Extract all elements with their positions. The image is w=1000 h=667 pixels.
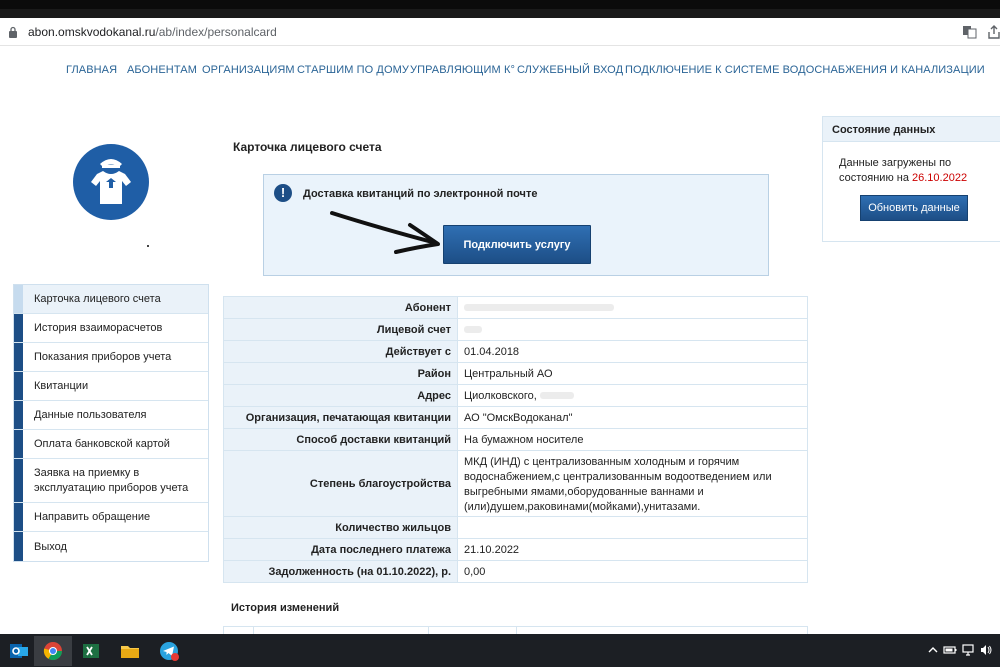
nav-house-elders[interactable]: СТАРШИМ ПО ДОМУ xyxy=(297,64,409,76)
table-row: Задолженность (на 01.10.2022), р. 0,00 xyxy=(223,560,808,583)
sidebar-item-send-appeal[interactable]: Направить обращение xyxy=(14,503,208,532)
history-title: История изменений xyxy=(231,602,340,614)
table-row: Адрес Циолковского, xyxy=(223,384,808,407)
sidebar-item-settlement-history[interactable]: История взаиморасчетов xyxy=(14,314,208,343)
sidebar-item-card-payment[interactable]: Оплата банковской картой xyxy=(14,430,208,459)
translate-icon[interactable] xyxy=(962,24,978,40)
avatar xyxy=(73,144,149,220)
table-row: Степень благоустройства МКД (ИНД) с цент… xyxy=(223,450,808,517)
detail-label: Задолженность (на 01.10.2022), р. xyxy=(223,560,458,583)
status-text: Данные загружены по состоянию на 26.10.2… xyxy=(839,156,989,186)
nav-managers[interactable]: УПРАВЛЯЮЩИМ К° xyxy=(410,64,515,76)
battery-icon[interactable] xyxy=(943,643,957,657)
table-row: Лицевой счет xyxy=(223,318,808,341)
nav-connection[interactable]: ПОДКЛЮЧЕНИЕ К СИСТЕМЕ ВОДОСНАБЖЕНИЯ И КА… xyxy=(625,64,985,76)
table-row: Дата последнего платежа 21.10.2022 xyxy=(223,538,808,561)
chevron-up-icon[interactable] xyxy=(926,643,940,657)
detail-label: Количество жильцов xyxy=(223,516,458,539)
url-path: /ab/index/personalcard xyxy=(155,25,277,39)
detail-label: Организация, печатающая квитанции xyxy=(223,406,458,429)
user-tshirt-icon xyxy=(91,159,131,204)
os-taskbar xyxy=(0,634,1000,667)
sidebar-item-meter-readings[interactable]: Показания приборов учета xyxy=(14,343,208,372)
sidebar-item-receipts[interactable]: Квитанции xyxy=(14,372,208,401)
nav-staff-login[interactable]: СЛУЖЕБНЫЙ ВХОД xyxy=(517,64,623,76)
detail-value-address: Циолковского, xyxy=(457,384,808,407)
data-status-card: Состояние данных Данные загружены по сос… xyxy=(822,116,1000,242)
detail-value: 21.10.2022 xyxy=(457,538,808,561)
excel-app[interactable] xyxy=(72,636,110,666)
status-title: Состояние данных xyxy=(823,117,1000,142)
detail-label: Лицевой счет xyxy=(223,318,458,341)
sidebar-item-meter-request[interactable]: Заявка на приемку в эксплуатацию приборо… xyxy=(14,459,208,503)
url-host: abon.omskvodokanal.ru xyxy=(28,25,156,39)
detail-label: Степень благоустройства xyxy=(223,450,458,517)
sidebar-item-user-data[interactable]: Данные пользователя xyxy=(14,401,208,430)
network-icon[interactable] xyxy=(961,643,975,657)
detail-value-text: Циолковского, xyxy=(464,389,540,402)
detail-value: 01.04.2018 xyxy=(457,340,808,363)
telegram-app[interactable] xyxy=(150,636,188,666)
table-row: Количество жильцов xyxy=(223,516,808,539)
status-date: 26.10.2022 xyxy=(912,172,968,184)
detail-label: Действует с xyxy=(223,340,458,363)
detail-value: На бумажном носителе xyxy=(457,428,808,451)
detail-label: Абонент xyxy=(223,296,458,319)
table-row: Район Центральный АО xyxy=(223,362,808,385)
main-nav: ГЛАВНАЯ АБОНЕНТАМ ОРГАНИЗАЦИЯМ СТАРШИМ П… xyxy=(0,64,1000,80)
browser-tab-strip xyxy=(0,9,1000,18)
table-row: Способ доставки квитанций На бумажном но… xyxy=(223,428,808,451)
notice-text: Доставка квитанций по электронной почте xyxy=(303,188,538,200)
excel-icon xyxy=(83,644,99,658)
account-details-table: Абонент Лицевой счет Действует с 01.04.2… xyxy=(223,296,808,583)
table-row: Действует с 01.04.2018 xyxy=(223,340,808,363)
connect-service-button[interactable]: Подключить услугу xyxy=(443,225,591,264)
redacted-value xyxy=(539,392,574,400)
lock-icon xyxy=(9,26,17,38)
arrow-annotation-icon xyxy=(330,211,440,254)
sidebar-item-personal-card[interactable]: Карточка лицевого счета xyxy=(14,285,208,314)
detail-value xyxy=(457,516,808,539)
explorer-app[interactable] xyxy=(111,636,149,666)
detail-value-account xyxy=(457,318,808,341)
redacted-value xyxy=(464,304,614,312)
nav-organizations[interactable]: ОРГАНИЗАЦИЯМ xyxy=(202,64,295,76)
sidebar-item-logout[interactable]: Выход xyxy=(14,532,208,561)
telegram-icon xyxy=(160,642,179,661)
sidebar-menu: Карточка лицевого счета История взаимора… xyxy=(13,284,209,562)
detail-value: Центральный АО xyxy=(457,362,808,385)
page-title: Карточка лицевого счета xyxy=(233,140,382,154)
address-bar[interactable]: abon.omskvodokanal.ru/ab/index/personalc… xyxy=(0,18,1000,46)
decorative-dot xyxy=(147,245,149,247)
share-icon[interactable] xyxy=(986,24,1000,40)
table-row: Абонент xyxy=(223,296,808,319)
detail-value: 0,00 xyxy=(457,560,808,583)
outlook-app[interactable] xyxy=(0,636,38,666)
detail-label: Дата последнего платежа xyxy=(223,538,458,561)
detail-value-subscriber xyxy=(457,296,808,319)
volume-icon[interactable] xyxy=(979,643,993,657)
folder-icon xyxy=(121,646,139,658)
outlook-icon xyxy=(10,644,28,658)
chrome-icon xyxy=(43,642,62,661)
detail-value: МКД (ИНД) с централизованным холодным и … xyxy=(457,450,808,517)
detail-label: Район xyxy=(223,362,458,385)
nav-subscribers[interactable]: АБОНЕНТАМ xyxy=(127,64,197,76)
exclamation-icon: ! xyxy=(274,184,292,202)
table-row: Организация, печатающая квитанции АО "Ом… xyxy=(223,406,808,429)
refresh-data-button[interactable]: Обновить данные xyxy=(860,195,968,221)
detail-label: Адрес xyxy=(223,384,458,407)
chrome-app[interactable] xyxy=(34,636,72,666)
detail-label: Способ доставки квитанций xyxy=(223,428,458,451)
redacted-value xyxy=(464,326,482,334)
detail-value: АО "ОмскВодоканал" xyxy=(457,406,808,429)
nav-home[interactable]: ГЛАВНАЯ xyxy=(66,64,117,76)
url-text[interactable]: abon.omskvodokanal.ru/ab/index/personalc… xyxy=(28,25,277,39)
